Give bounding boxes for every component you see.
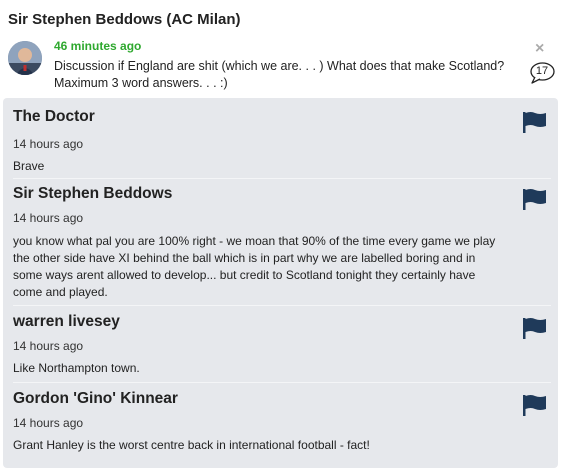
close-icon[interactable]: × [535, 40, 544, 58]
divider [13, 178, 551, 179]
reply-time: 14 hours ago [13, 211, 84, 225]
post-time: 46 minutes ago [54, 39, 142, 53]
reply-author: The Doctor [13, 108, 95, 125]
flag-icon[interactable] [522, 188, 548, 215]
reply-item: Sir Stephen Beddows 14 hours ago you kno… [13, 185, 497, 301]
divider [13, 382, 551, 383]
reply-text: you know what pal you are 100% right - w… [13, 234, 496, 299]
reply-item: warren livesey 14 hours ago Like Northam… [13, 313, 497, 378]
reply-text: Like Northampton town. [13, 361, 140, 375]
post-text: Discussion if England are shit (which we… [54, 59, 505, 90]
reply-time: 14 hours ago [13, 416, 84, 430]
post-author: Sir Stephen Beddows (AC Milan) [8, 11, 241, 28]
reply-author: warren livesey [13, 313, 120, 330]
avatar[interactable] [8, 41, 42, 75]
reply-text: Grant Hanley is the worst centre back in… [13, 438, 370, 452]
reply-author: Sir Stephen Beddows [13, 185, 173, 202]
comment-count: 17 [535, 65, 549, 77]
reply-time: 14 hours ago [13, 137, 84, 151]
reply-item: The Doctor 14 hours ago Brave [13, 108, 497, 173]
reply-time: 14 hours ago [13, 339, 84, 353]
flag-icon[interactable] [522, 317, 548, 344]
reply-author: Gordon 'Gino' Kinnear [13, 390, 178, 407]
flag-icon[interactable] [522, 394, 548, 421]
reply-text: Brave [13, 159, 45, 173]
replies-panel: The Doctor 14 hours ago Brave Sir Stephe… [3, 98, 558, 468]
reply-item: Gordon 'Gino' Kinnear 14 hours ago Grant… [13, 390, 497, 455]
flag-icon[interactable] [522, 111, 548, 138]
comment-count-button[interactable]: 17 [529, 61, 555, 85]
divider [13, 305, 551, 306]
